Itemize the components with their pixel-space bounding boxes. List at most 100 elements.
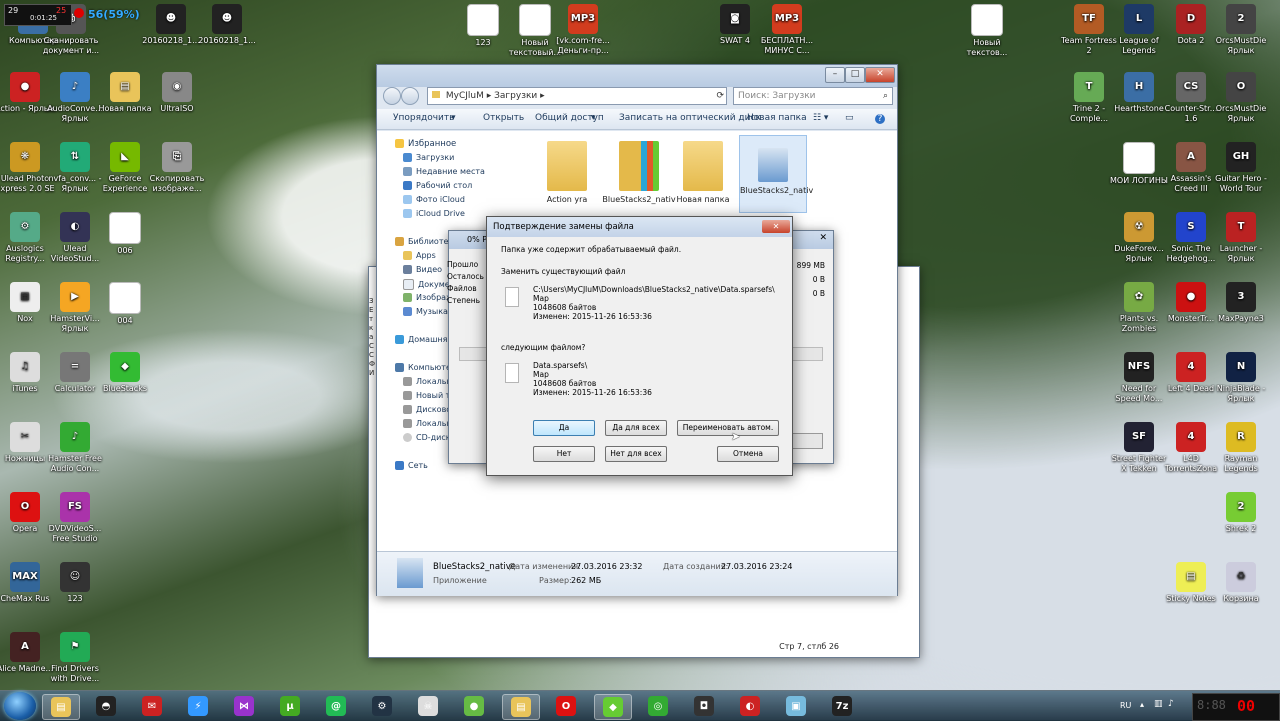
desktop-icon[interactable]: Новый текстов... [956, 4, 1018, 58]
taskbar-skull-button[interactable]: ☠ [410, 694, 446, 718]
desktop-icon[interactable]: 006 [94, 212, 156, 256]
yes-all-button[interactable]: Да для всех [605, 420, 667, 436]
breadcrumb-item[interactable]: Загрузки [494, 91, 537, 101]
desktop-icon[interactable]: ◆ BlueStacks [94, 352, 156, 394]
desktop-icon[interactable]: FS DVDVideoS... Free Studio [44, 492, 106, 544]
batman-icon: ◓ [96, 696, 116, 716]
back-button[interactable] [383, 87, 401, 105]
taskbar-agent-button[interactable]: @ [318, 694, 354, 718]
nav-local-disk-2[interactable]: Локальн [403, 419, 452, 428]
breadcrumb[interactable]: MyCJluM ▸ Загрузки ▸ ⟳ [427, 87, 727, 105]
desktop-icon[interactable]: ⎘ Скопировать изображе... [146, 142, 208, 194]
nav-recent[interactable]: Недавние места [403, 167, 485, 176]
nav-favorites[interactable]: Избранное [395, 139, 456, 149]
nav-disk[interactable]: Дисково [403, 405, 451, 414]
desktop-icon[interactable]: T Launcher - Ярлык [1210, 212, 1272, 264]
taskbar-utorrent-button[interactable]: µ [272, 694, 308, 718]
nav-network[interactable]: Сеть [395, 461, 428, 470]
desktop-icon[interactable]: ☺ 123 [44, 562, 106, 604]
desktop-icon[interactable]: N NinjaBlade - Ярлык [1210, 352, 1272, 404]
nav-new-volume[interactable]: Новый т [403, 391, 450, 400]
desktop-icon[interactable]: 2 OrcsMustDie Ярлык [1210, 4, 1272, 56]
no-button[interactable]: Нет [533, 446, 595, 462]
taskbar-batman-button[interactable]: ◓ [88, 694, 124, 718]
file-item[interactable]: Новая папка [663, 135, 743, 204]
nav-images[interactable]: Изображ [403, 293, 453, 302]
tray-arrow-icon[interactable]: ▴ [1140, 700, 1144, 709]
taskbar-chrome-button[interactable]: ◎ [640, 694, 676, 718]
rename-auto-button[interactable]: Переименовать автом. [677, 420, 779, 436]
app-icon: ● [10, 72, 40, 102]
taskbar-opera-button[interactable]: O [548, 694, 584, 718]
dialog-titlebar[interactable]: Подтверждение замены файла ✕ [487, 217, 792, 237]
language-indicator[interactable]: RU [1120, 701, 1131, 710]
explorer-titlebar[interactable]: – □ ✕ [377, 65, 897, 87]
desktop-icon[interactable]: O OrcsMustDie Ярлык [1210, 72, 1272, 124]
file-item[interactable]: Action yra [527, 135, 607, 204]
nav-computer[interactable]: Компьюте [395, 363, 451, 372]
more-info-button[interactable] [791, 433, 823, 449]
taskbar-explorer-button[interactable]: ▤ [42, 694, 80, 720]
desktop-icon[interactable]: ♪ Hamster Free Audio Con... [44, 422, 106, 474]
nav-downloads[interactable]: Загрузки [403, 153, 454, 162]
taskbar-speed-button[interactable]: ⚡ [180, 694, 216, 718]
help-icon[interactable]: ? [875, 114, 885, 124]
nav-apps[interactable]: Apps [403, 251, 436, 260]
desktop-icon[interactable]: ☻ 20160218_1... [140, 4, 202, 46]
breadcrumb-item[interactable]: MyCJluM [446, 91, 484, 101]
app-icon: T [1074, 72, 1104, 102]
desktop-icon[interactable]: ⚑ Find Drivers with Drive... [44, 632, 106, 684]
folder2-icon: ▤ [511, 697, 531, 717]
desktop-icon[interactable]: ☻ 20160218_1... [196, 4, 258, 46]
close-button[interactable]: ✕ [865, 67, 895, 83]
nav-music[interactable]: Музыка [403, 307, 448, 316]
desktop-icon[interactable]: 3 MaxPayne3 [1210, 282, 1272, 324]
desktop-icon[interactable]: 2 Shrek 2 [1210, 492, 1272, 534]
nav-icloud-drive[interactable]: iCloud Drive [403, 209, 465, 218]
file-item[interactable]: BlueStacks2_nativ [739, 135, 813, 213]
desktop-icon[interactable]: MP3 БЕСПЛАТН... МИНУС С... [756, 4, 818, 56]
close-button[interactable]: ✕ [762, 220, 790, 233]
desktop-icon[interactable]: MP3 [vk.com-fre... Деньги-пр... [552, 4, 614, 56]
preview-pane-icon[interactable]: ▭ [845, 113, 854, 123]
refresh-icon[interactable]: ⟳ [716, 88, 724, 104]
nav-homegroup[interactable]: Домашняя [395, 335, 452, 344]
start-button[interactable] [4, 692, 36, 720]
app-icon: 4 [1176, 422, 1206, 452]
nav-desktop[interactable]: Рабочий стол [403, 181, 472, 190]
taskbar-window-button[interactable]: ▣ [778, 694, 814, 718]
taskbar-mail-button[interactable]: ✉ [134, 694, 170, 718]
taskbar-steam-button[interactable]: ⚙ [364, 694, 400, 718]
minimize-button[interactable]: – [825, 67, 845, 83]
maximize-button[interactable]: □ [845, 67, 865, 83]
organize-menu[interactable]: Упорядочить [393, 113, 454, 123]
taskbar-red-button[interactable]: ◐ [732, 694, 768, 718]
forward-button[interactable] [401, 87, 419, 105]
search-input[interactable]: Поиск: Загрузки ⌕ [733, 87, 893, 105]
taskbar-bluestacks-button[interactable]: ◆ [594, 694, 632, 720]
network-tray-icon[interactable]: ▥ [1154, 699, 1163, 709]
open-button[interactable]: Открыть [483, 113, 524, 123]
cancel-button[interactable]: Отмена [717, 446, 779, 462]
close-icon[interactable]: ✕ [819, 233, 827, 243]
taskbar-vs-button[interactable]: ⋈ [226, 694, 262, 718]
desktop-icon[interactable]: ♻ Корзина [1210, 562, 1272, 604]
desktop-icon-label: 20160218_1... [198, 36, 256, 45]
taskbar-game-button[interactable]: ◘ [686, 694, 722, 718]
taskbar-green-button[interactable]: ● [456, 694, 492, 718]
no-all-button[interactable]: Нет для всех [605, 446, 667, 462]
nav-icloud-photos[interactable]: Фото iCloud [403, 195, 465, 204]
nav-video[interactable]: Видео [403, 265, 442, 274]
yes-button[interactable]: Да [533, 420, 595, 436]
view-icon[interactable]: ☷ ▾ [813, 113, 828, 123]
desktop-icon[interactable]: GH Guitar Hero - World Tour [1210, 142, 1272, 194]
taskbar-folder2-button[interactable]: ▤ [502, 694, 540, 720]
desktop-icon[interactable]: 004 [94, 282, 156, 326]
burn-button[interactable]: Записать на оптический диск [619, 113, 761, 123]
desktop-icon[interactable]: R Rayman Legends [1210, 422, 1272, 474]
taskbar-7zip-button[interactable]: 7z [824, 694, 860, 718]
volume-tray-icon[interactable]: ♪ [1168, 699, 1174, 709]
new-folder-button[interactable]: Новая папка [747, 113, 807, 123]
desktop-icon[interactable]: ◉ UltraISO [146, 72, 208, 114]
nav-local-disk[interactable]: Локальн [403, 377, 452, 386]
